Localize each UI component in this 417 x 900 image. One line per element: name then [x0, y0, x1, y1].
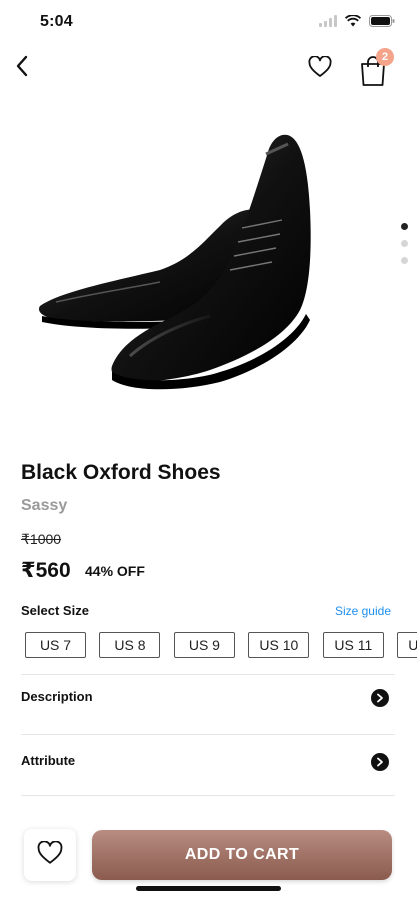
- status-time: 5:04: [40, 13, 73, 30]
- size-chip[interactable]: US 10: [248, 632, 310, 658]
- discount-label: 44% OFF: [85, 563, 145, 579]
- top-navigation: 2: [0, 44, 417, 94]
- battery-icon: [369, 14, 395, 32]
- size-options: US 7 US 8 US 9 US 10 US 11 US 12: [25, 632, 417, 660]
- product-image[interactable]: [20, 110, 380, 410]
- image-pager: [401, 223, 408, 264]
- status-icons: [319, 14, 395, 32]
- status-bar: 5:04: [0, 0, 417, 44]
- chevron-right-icon[interactable]: [371, 753, 389, 771]
- size-chip[interactable]: US 11: [322, 632, 384, 658]
- chevron-right-icon[interactable]: [371, 689, 389, 707]
- original-price: ₹1000: [21, 531, 62, 547]
- size-chip[interactable]: US 12: [397, 632, 417, 658]
- back-button[interactable]: [8, 52, 36, 84]
- wifi-icon: [344, 14, 362, 32]
- add-to-wishlist-button[interactable]: [24, 829, 76, 881]
- heart-icon: [37, 839, 63, 870]
- heart-icon: [308, 54, 332, 83]
- cart-count-badge: 2: [376, 48, 394, 66]
- select-size-label: Select Size: [21, 603, 89, 618]
- add-to-cart-button[interactable]: ADD TO CART: [92, 830, 392, 880]
- pager-dot[interactable]: [401, 240, 408, 247]
- chevron-left-icon: [15, 55, 29, 82]
- size-chip[interactable]: US 8: [99, 632, 161, 658]
- product-brand: Sassy: [21, 497, 68, 514]
- sale-price: ₹560: [21, 559, 71, 582]
- attribute-row[interactable]: Attribute: [21, 734, 395, 795]
- description-label: Description: [21, 689, 93, 704]
- wishlist-button[interactable]: [305, 54, 335, 84]
- shoes-illustration: [38, 134, 311, 390]
- home-indicator: [136, 886, 281, 891]
- description-row[interactable]: Description: [21, 674, 395, 735]
- pager-dot[interactable]: [401, 257, 408, 264]
- cart-button[interactable]: 2: [358, 48, 394, 86]
- size-guide-link[interactable]: Size guide: [335, 604, 391, 618]
- size-chip[interactable]: US 7: [25, 632, 86, 658]
- attribute-label: Attribute: [21, 753, 76, 768]
- product-title: Black Oxford Shoes: [21, 461, 221, 484]
- size-chip[interactable]: US 9: [173, 632, 235, 658]
- cellular-signal-icon: [319, 14, 337, 32]
- pager-dot[interactable]: [401, 223, 408, 230]
- section-divider: [21, 795, 395, 816]
